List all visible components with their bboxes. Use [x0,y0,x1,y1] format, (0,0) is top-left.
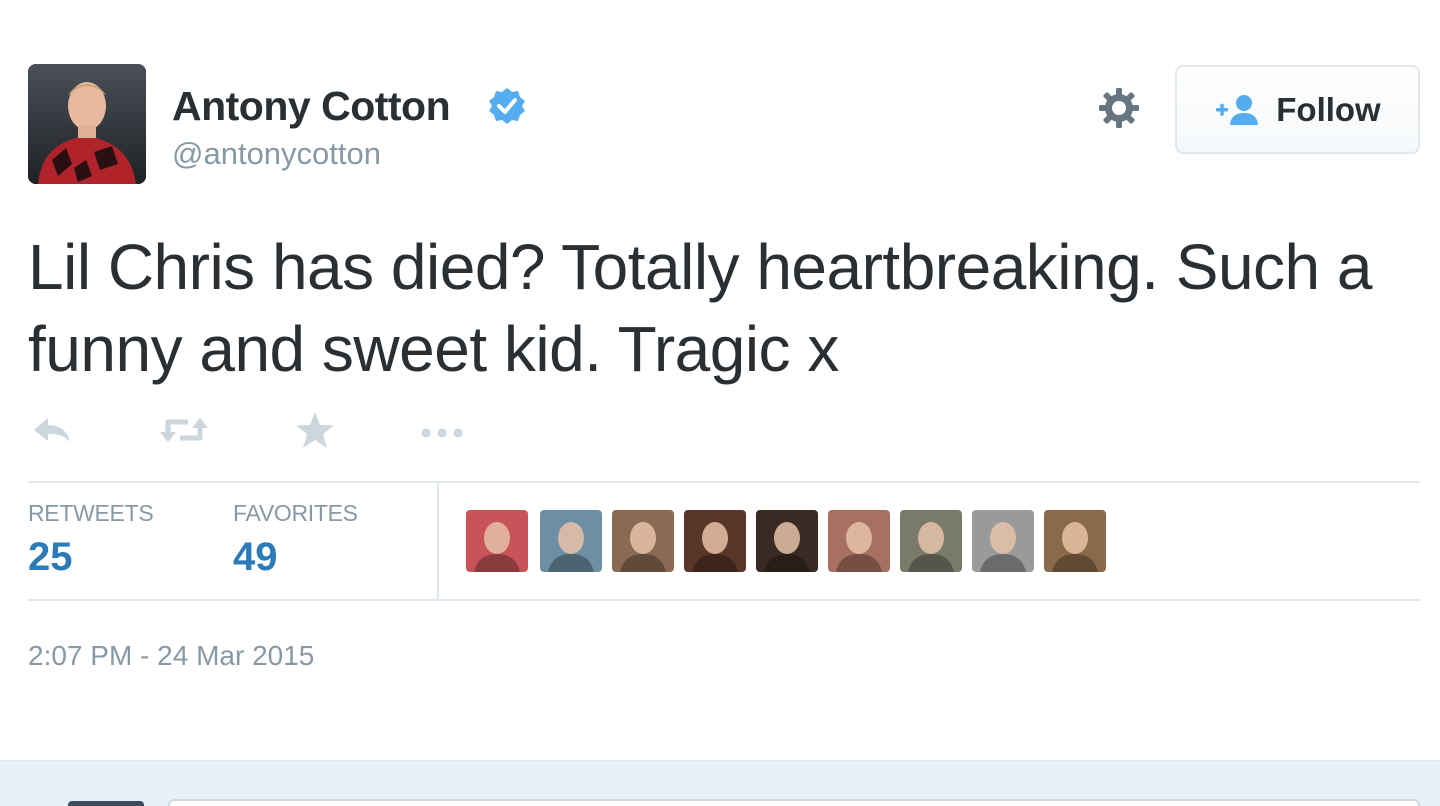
reply-user-avatar [68,801,144,806]
favoriter-avatar[interactable] [466,510,528,572]
tweet-text: Lil Chris has died? Totally heartbreakin… [28,231,1373,385]
stats-vertical-divider [437,483,439,599]
favoriter-avatar[interactable] [900,510,962,572]
stats-bottom-divider [28,599,1420,601]
favoriter-avatar[interactable] [756,510,818,572]
display-name[interactable]: Antony Cotton [172,83,451,130]
profile-avatar[interactable] [28,64,146,184]
add-user-icon [1216,94,1259,125]
retweets-label: RETWEETS [28,500,154,526]
reply-input[interactable] [168,799,1420,806]
retweets-count[interactable]: 25 [28,535,73,580]
user-handle[interactable]: @antonycotton [172,136,381,172]
gear-icon[interactable] [1097,86,1141,130]
favorites-label: FAVORITES [233,500,358,526]
favoriter-avatar[interactable] [1044,510,1106,572]
ellipsis-icon[interactable] [416,410,468,450]
favoriter-avatar[interactable] [972,510,1034,572]
favoriter-avatar[interactable] [828,510,890,572]
reply-arrow-icon[interactable] [30,410,74,450]
follow-button[interactable]: Follow [1175,65,1420,154]
favoriter-avatar[interactable] [612,510,674,572]
favorites-count[interactable]: 49 [233,535,278,580]
follow-button-label: Follow [1276,90,1381,128]
favoriter-avatar[interactable] [684,510,746,572]
retweet-icon[interactable] [158,410,210,450]
verified-badge-icon [489,88,525,124]
favoriter-avatar[interactable] [540,510,602,572]
reply-bar [0,760,1440,806]
stats-top-divider [28,481,1420,483]
star-icon[interactable] [294,410,336,450]
tweet-timestamp[interactable]: 2:07 PM - 24 Mar 2015 [28,640,314,672]
